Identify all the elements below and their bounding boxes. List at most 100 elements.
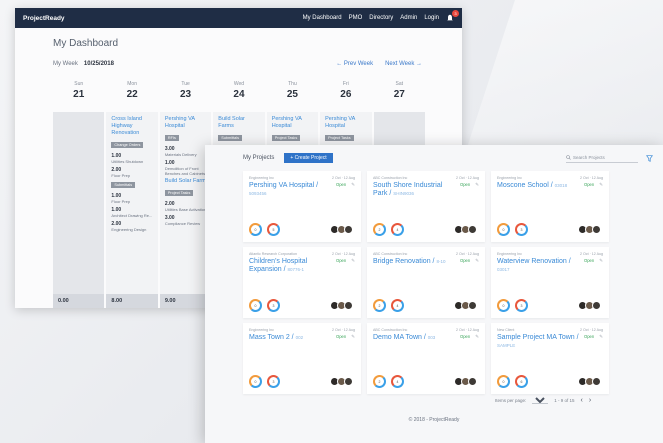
avatar[interactable]: [592, 301, 601, 310]
progress-ring[interactable]: 0: [497, 299, 510, 312]
task-tag: Project Tasks: [164, 190, 194, 197]
project-link[interactable]: Pershing VA Hospital: [165, 116, 206, 130]
search-input[interactable]: Search Projects: [566, 154, 638, 163]
comment-icon[interactable]: ✎: [599, 334, 603, 339]
project-name-link[interactable]: Pershing VA Hospital / 5093456: [249, 182, 331, 199]
project-link[interactable]: Build Solar Farms: [218, 116, 259, 130]
project-name-link[interactable]: Bridge Renovation / 8-10: [373, 258, 455, 266]
progress-ring[interactable]: 2: [373, 223, 386, 236]
project-card[interactable]: Engineering Inc 2 Oct · 12 Aug Open ✎ Pershi…: [243, 171, 361, 242]
project-name: Sample Project MA Town /: [497, 334, 579, 341]
project-name-link[interactable]: Sample Project MA Town / SAMPLE: [497, 334, 579, 351]
project-dates-text: 2 Oct · 12 Aug: [580, 328, 603, 332]
day-name: Tue: [181, 81, 190, 87]
nav-my-dashboard[interactable]: My Dashboard: [303, 15, 342, 21]
project-link[interactable]: Pershing VA Hospital: [272, 116, 313, 130]
project-name-link[interactable]: Demo MA Town / 003: [373, 334, 455, 342]
avatar[interactable]: [468, 301, 477, 310]
ring-value: 4: [396, 379, 399, 384]
project-card[interactable]: Engineering Inc 2 Oct · 12 Aug Open ✎ Mass T…: [243, 323, 361, 394]
project-name-link[interactable]: South Shore Industrial Park / SHIN9036: [373, 182, 455, 199]
project-card[interactable]: Atlantic Research Corporation 2 Oct · 12 …: [243, 247, 361, 318]
project-card[interactable]: Engineering Inc 2 Oct · 12 Aug Open ✎ Moscon…: [491, 171, 609, 242]
progress-ring[interactable]: 0: [249, 299, 262, 312]
comment-icon[interactable]: ✎: [599, 182, 603, 187]
progress-ring[interactable]: 3: [515, 299, 528, 312]
progress-ring[interactable]: 0: [497, 375, 510, 388]
avatar[interactable]: [468, 225, 477, 234]
avatar[interactable]: [344, 301, 353, 310]
project-name-link[interactable]: Moscone School / 03018: [497, 182, 579, 190]
status-badge: Open: [459, 334, 471, 339]
progress-ring[interactable]: 6: [515, 375, 528, 388]
project-card[interactable]: ABC Construction Inc 2 Oct · 12 Aug Open ✎ D…: [367, 323, 485, 394]
progress-ring[interactable]: 4: [391, 223, 404, 236]
project-number: SHIN9036: [393, 191, 415, 197]
prev-week-label: Prev Week: [343, 61, 374, 67]
avatar[interactable]: [468, 377, 477, 386]
chevron-right-icon[interactable]: ›: [589, 397, 591, 404]
progress-ring[interactable]: 4: [391, 375, 404, 388]
ring-value: 3: [272, 379, 275, 384]
prev-week-button[interactable]: ← Prev Week: [336, 61, 373, 67]
projects-header: My Projects + Create Project Search Proj…: [205, 145, 663, 169]
search-icon: [566, 155, 571, 160]
project-link[interactable]: Build Solar Farm: [165, 178, 206, 185]
comment-icon[interactable]: ✎: [351, 334, 355, 339]
task-name: Demolition of Front Benches and Cabinets: [164, 166, 206, 177]
create-project-button[interactable]: + Create Project: [284, 153, 333, 163]
project-card[interactable]: Engineering Inc 2 Oct · 12 Aug Open ✎ Waterv…: [491, 247, 609, 318]
avatar[interactable]: [344, 225, 353, 234]
comment-icon[interactable]: ✎: [475, 258, 479, 263]
chevron-left-icon[interactable]: ‹: [581, 397, 583, 404]
project-link[interactable]: Pershing VA Hospital: [325, 116, 366, 130]
nav-login[interactable]: Login: [424, 15, 439, 21]
project-number: SAMPLE: [497, 343, 516, 349]
week-label: My Week: [53, 61, 78, 67]
comment-icon[interactable]: ✎: [475, 182, 479, 187]
project-name: Mass Town 2 /: [249, 334, 294, 341]
project-name-link[interactable]: Mass Town 2 / 002: [249, 334, 331, 342]
project-link[interactable]: Cross Island Highway Renovation: [111, 116, 152, 137]
next-week-button[interactable]: Next Week →: [385, 61, 422, 67]
brand-logo[interactable]: ProjectReady: [23, 15, 65, 22]
progress-ring[interactable]: 3: [515, 223, 528, 236]
project-name-link[interactable]: Waterview Renovation / 03017: [497, 258, 579, 275]
ring-value: 0: [502, 379, 505, 384]
avatar[interactable]: [592, 377, 601, 386]
filter-icon[interactable]: [646, 154, 653, 162]
task-name: Compliance Review: [164, 221, 201, 227]
notification-badge: 3: [452, 10, 459, 17]
status-badge: Open: [583, 258, 595, 263]
progress-ring[interactable]: 4: [391, 299, 404, 312]
progress-ring[interactable]: 2: [373, 375, 386, 388]
project-card[interactable]: New Client 2 Oct · 12 Aug Open ✎ Sample Proj…: [491, 323, 609, 394]
progress-ring[interactable]: 0: [249, 223, 262, 236]
progress-ring[interactable]: 5: [267, 223, 280, 236]
project-name-link[interactable]: Children's Hospital Expansion / 80776-1: [249, 258, 331, 275]
avatar[interactable]: [344, 377, 353, 386]
project-name: Pershing VA Hospital /: [249, 182, 319, 189]
ring-value: 0: [254, 303, 257, 308]
team-avatars: [454, 377, 477, 386]
nav-admin[interactable]: Admin: [400, 15, 417, 21]
status-badge: Open: [335, 182, 347, 187]
project-card[interactable]: ABC Construction Inc 2 Oct · 12 Aug Open ✎ S…: [367, 171, 485, 242]
items-per-page-select[interactable]: 9: [532, 396, 549, 404]
comment-icon[interactable]: ✎: [475, 334, 479, 339]
comment-icon[interactable]: ✎: [599, 258, 603, 263]
progress-ring[interactable]: 3: [267, 375, 280, 388]
day-number: 25: [286, 89, 298, 100]
avatar[interactable]: [592, 225, 601, 234]
progress-ring[interactable]: 3: [267, 299, 280, 312]
project-card[interactable]: ABC Construction Inc 2 Oct · 12 Aug Open ✎ B…: [367, 247, 485, 318]
nav-pmo[interactable]: PMO: [349, 15, 363, 21]
bell-icon[interactable]: 3: [446, 10, 459, 22]
progress-ring[interactable]: 0: [497, 223, 510, 236]
nav-directory[interactable]: Directory: [369, 15, 393, 21]
pagination: Items per page: 9 1 - 9 of 15 ‹ ›: [495, 396, 591, 404]
progress-ring[interactable]: 2: [373, 299, 386, 312]
progress-ring[interactable]: 0: [249, 375, 262, 388]
comment-icon[interactable]: ✎: [351, 182, 355, 187]
comment-icon[interactable]: ✎: [351, 258, 355, 263]
